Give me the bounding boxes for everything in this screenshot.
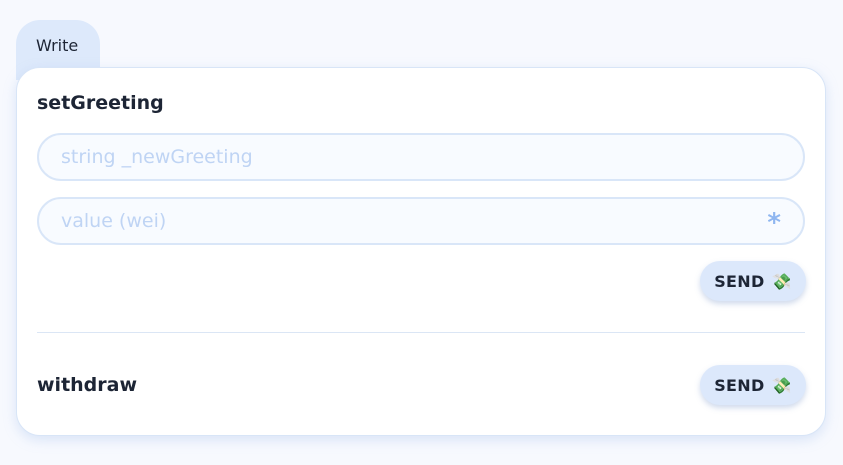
send-button-setgreeting[interactable]: SEND 💸 xyxy=(700,261,806,301)
write-functions-card: setGreeting * SEND 💸 withdraw SEND 💸 xyxy=(16,67,826,436)
value-wei-input[interactable] xyxy=(39,199,803,243)
money-with-wings-icon: 💸 xyxy=(771,375,792,395)
asterisk-icon[interactable]: * xyxy=(767,208,781,238)
newgreeting-field xyxy=(37,133,805,181)
function-divider xyxy=(37,332,805,333)
newgreeting-input[interactable] xyxy=(39,135,803,179)
send-button-withdraw[interactable]: SEND 💸 xyxy=(700,365,806,405)
send-label: SEND xyxy=(714,271,765,291)
function-title-setgreeting: setGreeting xyxy=(37,92,164,114)
money-with-wings-icon: 💸 xyxy=(771,271,792,291)
tab-write-label: Write xyxy=(36,36,79,55)
send-label: SEND xyxy=(714,375,765,395)
function-title-withdraw: withdraw xyxy=(37,374,138,396)
value-field: * xyxy=(37,197,805,245)
